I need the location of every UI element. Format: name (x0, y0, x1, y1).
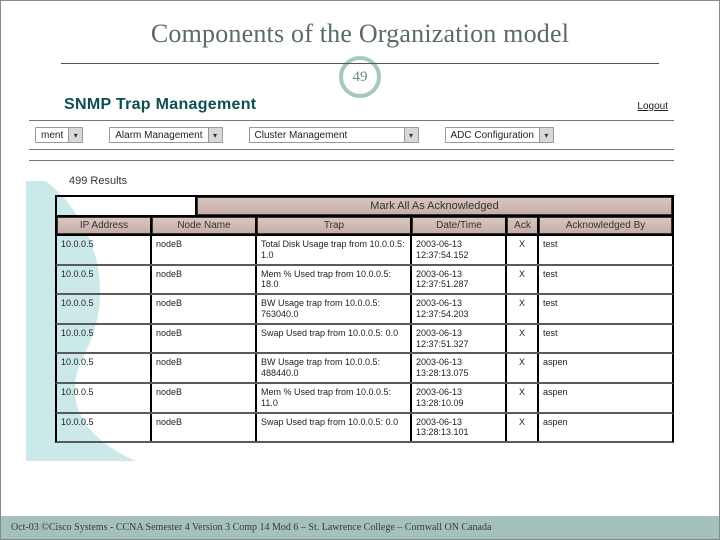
slide-footer: Oct-03 ©Cisco Systems - CCNA Semester 4 … (1, 516, 719, 539)
cell-ip: 10.0.0.5 (57, 325, 152, 353)
cell-node: nodeB (152, 325, 257, 353)
cell-dt: 2003-06-13 12:37:51.287 (412, 266, 507, 294)
nav-bar: ment ▾ Alarm Management ▾ Cluster Manage… (29, 120, 674, 150)
cell-ip: 10.0.0.5 (57, 236, 152, 264)
col-node[interactable]: Node Name (152, 217, 257, 234)
cell-ackby: aspen (539, 384, 672, 412)
cell-ack[interactable]: X (507, 414, 539, 442)
cell-ackby: aspen (539, 414, 672, 442)
app-frame: SNMP Trap Management Logout ment ▾ Alarm… (29, 94, 674, 443)
cell-ackby: test (539, 266, 672, 294)
cell-ip: 10.0.0.5 (57, 266, 152, 294)
cell-dt: 2003-06-13 12:37:51.327 (412, 325, 507, 353)
cell-ackby: aspen (539, 354, 672, 382)
col-trap[interactable]: Trap (257, 217, 412, 234)
chevron-down-icon[interactable]: ▾ (404, 128, 418, 142)
cell-node: nodeB (152, 384, 257, 412)
col-ip[interactable]: IP Address (57, 217, 152, 234)
table-row: 10.0.0.5 nodeB Swap Used trap from 10.0.… (55, 325, 674, 355)
cell-trap: Swap Used trap from 10.0.0.5: 0.0 (257, 414, 412, 442)
nav-label: ment (36, 130, 68, 141)
cell-ack[interactable]: X (507, 295, 539, 323)
table-row: 10.0.0.5 nodeB Total Disk Usage trap fro… (55, 236, 674, 266)
cell-node: nodeB (152, 414, 257, 442)
cell-ack[interactable]: X (507, 266, 539, 294)
chevron-down-icon[interactable]: ▾ (68, 128, 82, 142)
col-datetime[interactable]: Date/Time (412, 217, 507, 234)
table-row: 10.0.0.5 nodeB BW Usage trap from 10.0.0… (55, 295, 674, 325)
cell-trap: BW Usage trap from 10.0.0.5: 763040.0 (257, 295, 412, 323)
cell-ack[interactable]: X (507, 236, 539, 264)
cell-trap: BW Usage trap from 10.0.0.5: 488440.0 (257, 354, 412, 382)
table-row: 10.0.0.5 nodeB BW Usage trap from 10.0.0… (55, 354, 674, 384)
cell-node: nodeB (152, 295, 257, 323)
cell-dt: 2003-06-13 12:37:54.152 (412, 236, 507, 264)
nav-dropdown-adc[interactable]: ADC Configuration ▾ (445, 127, 554, 143)
cell-ip: 10.0.0.5 (57, 295, 152, 323)
table-corner (57, 197, 197, 215)
cell-ack[interactable]: X (507, 325, 539, 353)
col-ack[interactable]: Ack (507, 217, 539, 234)
cell-ackby: test (539, 325, 672, 353)
cell-ackby: test (539, 295, 672, 323)
logout-link[interactable]: Logout (637, 101, 668, 112)
chevron-down-icon[interactable]: ▾ (208, 128, 222, 142)
app-title: SNMP Trap Management (64, 96, 256, 114)
table-row: 10.0.0.5 nodeB Swap Used trap from 10.0.… (55, 414, 674, 444)
cell-trap: Total Disk Usage trap from 10.0.0.5: 1.0 (257, 236, 412, 264)
cell-ip: 10.0.0.5 (57, 414, 152, 442)
table-row: 10.0.0.5 nodeB Mem % Used trap from 10.0… (55, 266, 674, 296)
cell-ack[interactable]: X (507, 354, 539, 382)
cell-trap: Swap Used trap from 10.0.0.5: 0.0 (257, 325, 412, 353)
cell-dt: 2003-06-13 13:28:13.101 (412, 414, 507, 442)
slide-title: Components of the Organization model (1, 1, 719, 55)
cell-node: nodeB (152, 354, 257, 382)
cell-trap: Mem % Used trap from 10.0.0.5: 18.0 (257, 266, 412, 294)
nav-dropdown-cluster[interactable]: Cluster Management ▾ (249, 127, 419, 143)
cell-ip: 10.0.0.5 (57, 354, 152, 382)
nav-dropdown-alarm[interactable]: Alarm Management ▾ (109, 127, 222, 143)
title-rule (61, 63, 659, 64)
cell-node: nodeB (152, 266, 257, 294)
nav-label: ADC Configuration (446, 130, 539, 141)
cell-trap: Mem % Used trap from 10.0.0.5: 11.0 (257, 384, 412, 412)
cell-ip: 10.0.0.5 (57, 384, 152, 412)
cell-ackby: test (539, 236, 672, 264)
cell-ack[interactable]: X (507, 384, 539, 412)
cell-dt: 2003-06-13 12:37:54.203 (412, 295, 507, 323)
nav-dropdown-0[interactable]: ment ▾ (35, 127, 83, 143)
col-ackby[interactable]: Acknowledged By (539, 217, 672, 234)
mark-all-button[interactable]: Mark All As Acknowledged (197, 197, 672, 215)
cell-node: nodeB (152, 236, 257, 264)
chevron-down-icon[interactable]: ▾ (539, 128, 553, 142)
cell-dt: 2003-06-13 13:28:13.075 (412, 354, 507, 382)
table-row: 10.0.0.5 nodeB Mem % Used trap from 10.0… (55, 384, 674, 414)
trap-table: Mark All As Acknowledged IP Address Node… (55, 195, 674, 443)
table-header: IP Address Node Name Trap Date/Time Ack … (55, 217, 674, 236)
nav-label: Alarm Management (110, 130, 207, 141)
cell-dt: 2003-06-13 13:28:10.09 (412, 384, 507, 412)
nav-label: Cluster Management (250, 130, 404, 141)
